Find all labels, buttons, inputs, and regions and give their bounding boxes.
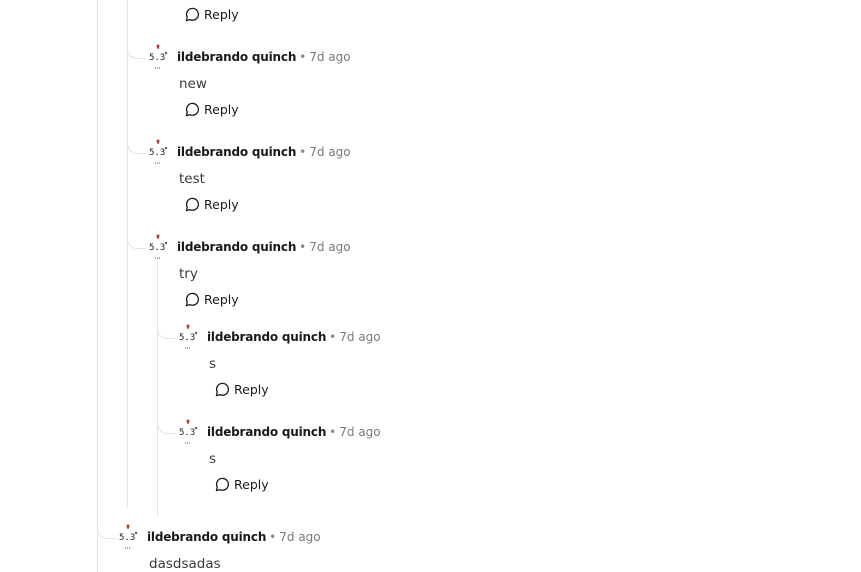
- speech-bubble-icon: [185, 197, 200, 212]
- comment-header: 5.3 ildebrando quinch • 7d ago: [178, 323, 381, 351]
- avatar[interactable]: 5.3: [178, 323, 204, 351]
- comment-header: 5.3 ildebrando quinch • 7d ago: [178, 418, 381, 446]
- svg-text:5.3: 5.3: [149, 148, 165, 158]
- avatar[interactable]: 5.3: [148, 233, 174, 261]
- reply-button[interactable]: Reply: [185, 292, 239, 307]
- svg-text:5.3: 5.3: [149, 53, 165, 63]
- comment-author[interactable]: ildebrando quinch: [207, 330, 326, 344]
- avatar[interactable]: 5.3: [178, 418, 204, 446]
- reply-label: Reply: [204, 7, 239, 22]
- thread-line-level2: [157, 262, 158, 517]
- meta-separator: •: [269, 530, 277, 544]
- meta-separator: •: [299, 145, 307, 159]
- comment-timestamp: 7d ago: [309, 50, 351, 64]
- svg-text:5.3: 5.3: [119, 533, 135, 543]
- comment-author[interactable]: ildebrando quinch: [177, 240, 296, 254]
- speech-bubble-icon: [215, 477, 230, 492]
- reply-label: Reply: [204, 102, 239, 117]
- thread-connector: [127, 234, 146, 249]
- comment-author[interactable]: ildebrando quinch: [177, 145, 296, 159]
- comment-body: new: [179, 76, 207, 92]
- meta-separator: •: [329, 425, 337, 439]
- reply-button[interactable]: Reply: [215, 477, 269, 492]
- comment-body: s: [209, 356, 217, 372]
- meta-separator: •: [329, 330, 337, 344]
- comment-header: 5.3 ildebrando quinch • 7d ago: [148, 138, 351, 166]
- reply-label: Reply: [204, 197, 239, 212]
- thread-connector: [97, 524, 116, 539]
- reply-button[interactable]: Reply: [215, 382, 269, 397]
- comment-timestamp: 7d ago: [339, 425, 381, 439]
- reply-button[interactable]: Reply: [185, 7, 239, 22]
- comment-timestamp: 7d ago: [309, 145, 351, 159]
- meta-separator: •: [299, 50, 307, 64]
- comment-author[interactable]: ildebrando quinch: [147, 530, 266, 544]
- avatar[interactable]: 5.3: [148, 138, 174, 166]
- avatar[interactable]: 5.3: [148, 43, 174, 71]
- reply-label: Reply: [234, 477, 269, 492]
- speech-bubble-icon: [215, 382, 230, 397]
- reply-label: Reply: [204, 292, 239, 307]
- comment-timestamp: 7d ago: [339, 330, 381, 344]
- comment-body: dasdsadas: [149, 556, 221, 572]
- reply-button[interactable]: Reply: [185, 102, 239, 117]
- thread-connector: [157, 419, 176, 434]
- comment-header: 5.3 ildebrando quinch • 7d ago: [148, 233, 351, 261]
- comment-author[interactable]: ildebrando quinch: [207, 425, 326, 439]
- svg-text:5.3: 5.3: [179, 428, 195, 438]
- comment-header: 5.3 ildebrando quinch • 7d ago: [118, 523, 321, 551]
- speech-bubble-icon: [185, 292, 200, 307]
- comment-author[interactable]: ildebrando quinch: [177, 50, 296, 64]
- reply-button[interactable]: Reply: [185, 197, 239, 212]
- svg-text:5.3: 5.3: [179, 333, 195, 343]
- comment-timestamp: 7d ago: [309, 240, 351, 254]
- thread-connector: [127, 44, 146, 59]
- speech-bubble-icon: [185, 102, 200, 117]
- comment-timestamp: 7d ago: [279, 530, 321, 544]
- thread-connector: [157, 324, 176, 339]
- comment-header: 5.3 ildebrando quinch • 7d ago: [148, 43, 351, 71]
- reply-label: Reply: [234, 382, 269, 397]
- svg-text:5.3: 5.3: [149, 243, 165, 253]
- speech-bubble-icon: [185, 7, 200, 22]
- thread-line-outer: [97, 0, 98, 572]
- comment-body: test: [179, 171, 205, 187]
- avatar[interactable]: 5.3: [118, 523, 144, 551]
- thread-connector: [127, 139, 146, 154]
- thread-line-level1: [127, 0, 128, 508]
- comment-body: try: [179, 266, 198, 282]
- meta-separator: •: [299, 240, 307, 254]
- comment-body: s: [209, 451, 217, 467]
